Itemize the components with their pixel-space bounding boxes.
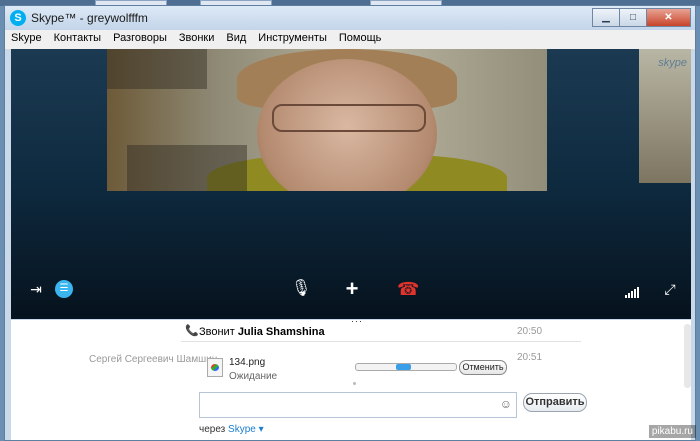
hang-up-icon[interactable]: ☎ [397,280,419,298]
video-area: skype ⇥ ☰ 🎙 + ☎ ⤢ [11,49,691,319]
menu-skype[interactable]: Skype [5,30,48,49]
phone-icon: 📞 [185,325,199,337]
remote-video-feed [107,49,547,191]
send-button[interactable]: Отправить [523,393,587,412]
minimize-button[interactable]: ▁ [592,8,620,27]
menu-help[interactable]: Помощь [333,30,388,49]
menu-view[interactable]: Вид [220,30,252,49]
send-via: через Skype ▾ [199,424,264,435]
minimize-icon: ▁ [602,12,610,23]
menu-tools[interactable]: Инструменты [252,30,333,49]
image-file-icon [207,358,223,377]
chat-scrollbar[interactable] [684,324,691,388]
menu-contacts[interactable]: Контакты [48,30,108,49]
menu-calls[interactable]: Звонки [173,30,221,49]
chat-panel: ··· 📞 Звонит Julia Shamshina 20:50 Серге… [11,316,691,440]
signal-strength-icon[interactable] [625,280,643,298]
video-glitch [127,145,247,191]
skype-window: S Skype™ - greywolfffm ▁ □ ✕ Skype Конта… [4,5,696,441]
caller-name: Julia Shamshina [237,326,325,338]
skype-logo-icon: S [10,10,26,26]
show-contacts-icon[interactable]: ⇥ [27,280,45,298]
call-controls: ⇥ ☰ 🎙 + ☎ ⤢ [11,274,691,304]
video-glitch [107,49,207,89]
fullscreen-icon[interactable]: ⤢ [661,280,679,298]
microphone-icon[interactable]: 🎙 [291,280,311,298]
sender-name: Сергей Сергеевич Шамшин [89,354,218,365]
video-glasses [272,104,426,132]
window-title: Skype™ - greywolfffm [31,11,148,25]
cancel-transfer-button[interactable]: Отменить [459,360,507,375]
separator-dot [353,382,356,385]
file-status: Ожидание [229,371,278,382]
menu-bar: Skype Контакты Разговоры Звонки Вид Инст… [5,30,695,50]
skype-watermark: skype [658,57,687,69]
add-icon[interactable]: + [343,278,361,300]
close-icon: ✕ [664,12,673,23]
file-time: 20:51 [517,352,543,363]
maximize-icon: □ [629,12,637,23]
file-name[interactable]: 134.png [229,357,265,368]
call-prefix: Звонит [199,326,235,338]
call-time: 20:50 [517,326,543,337]
transfer-progress-bar [355,363,457,371]
window-controls: ▁ □ ✕ [592,8,691,27]
title-bar: S Skype™ - greywolfffm ▁ □ ✕ [5,6,695,30]
chat-icon[interactable]: ☰ [55,280,73,298]
chevron-down-icon: ▾ [258,424,264,435]
self-video-preview [639,49,691,183]
via-skype-dropdown[interactable]: Skype ▾ [228,424,264,435]
via-prefix: через [199,424,226,435]
menu-conversations[interactable]: Разговоры [107,30,173,49]
transfer-progress-fill [396,364,411,370]
message-input[interactable]: ☺ [199,392,517,418]
emoticon-icon[interactable]: ☺ [500,397,512,411]
call-event-text: Звонит Julia Shamshina [199,326,325,338]
close-button[interactable]: ✕ [646,8,691,27]
maximize-button[interactable]: □ [619,8,647,27]
site-watermark: pikabu.ru [648,425,696,438]
